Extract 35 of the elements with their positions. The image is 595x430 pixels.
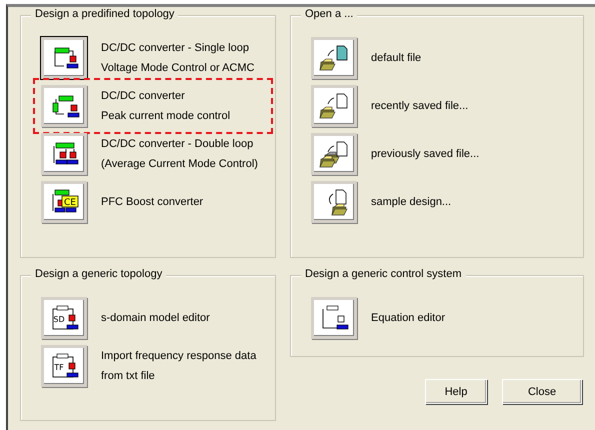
icon-button[interactable] xyxy=(41,37,87,79)
option-label: (Average Current Mode Control) xyxy=(101,158,258,170)
group-title: Design a generic topology xyxy=(31,268,166,280)
icon-button[interactable] xyxy=(311,85,357,127)
option-label: default file xyxy=(371,52,422,64)
group-title: Design a generic control system xyxy=(301,268,466,280)
icon-button[interactable] xyxy=(41,133,87,175)
open-file-icon xyxy=(318,44,350,72)
option-label: Equation editor xyxy=(371,312,445,324)
option-label: PFC Boost converter xyxy=(101,196,204,208)
option-label: recently saved file... xyxy=(371,100,468,112)
option-label: Voltage Mode Control or ACMC xyxy=(101,62,254,74)
option-label: DC/DC converter xyxy=(101,90,186,102)
icon-button[interactable] xyxy=(311,37,357,79)
option-label: DC/DC converter - Double loop xyxy=(101,138,254,150)
option-label: Import frequency response data xyxy=(101,350,256,362)
option-label: DC/DC converter - Single loop xyxy=(101,42,250,54)
option-label: from txt file xyxy=(101,370,156,382)
icon-button[interactable] xyxy=(311,133,357,175)
icon-button[interactable] xyxy=(311,297,357,339)
option-label: s-domain model editor xyxy=(101,312,210,324)
open-file-icon xyxy=(318,92,350,120)
icon-button[interactable]: CE xyxy=(41,181,87,223)
group-title: Open a ... xyxy=(301,8,358,20)
icon-button[interactable]: SD xyxy=(41,297,87,339)
dialog-button[interactable]: Close xyxy=(502,379,582,404)
icon-button[interactable] xyxy=(41,85,87,127)
option-label: sample design... xyxy=(371,196,452,208)
open-file-icon xyxy=(318,140,350,168)
dialog-button[interactable]: Help xyxy=(425,379,487,404)
icon-button[interactable]: TF xyxy=(41,345,87,387)
option-label: previously saved file... xyxy=(371,148,480,160)
option-label: Peak current mode control xyxy=(101,110,230,122)
icon-button[interactable] xyxy=(311,181,357,223)
group-title: Design a predifined topology xyxy=(31,8,178,20)
